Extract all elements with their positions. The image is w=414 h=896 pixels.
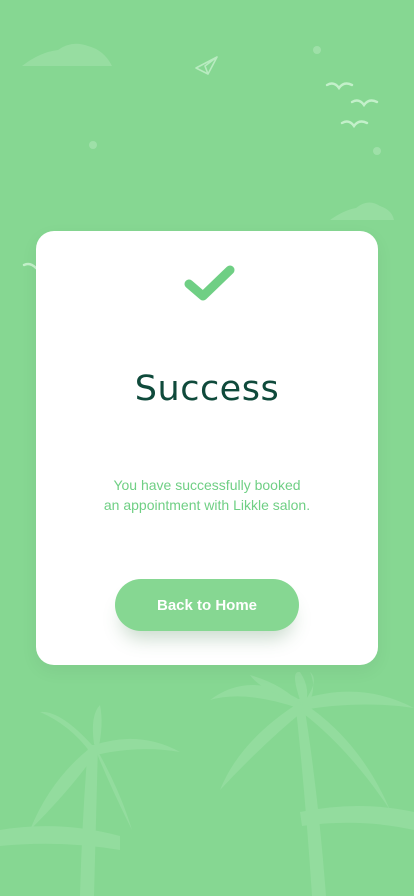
paper-plane-icon [195,56,218,75]
bird-icon [340,120,369,129]
dot-decoration [89,141,97,149]
checkmark-icon [184,265,235,301]
success-title: Success [134,369,280,409]
success-message-line: You have successfully booked [113,477,301,493]
cloud-icon [22,43,112,66]
bird-icon [325,82,354,91]
dot-decoration [373,147,381,155]
bird-icon [22,262,38,270]
success-screen: Success You have successfully booked an … [0,0,414,896]
cloud-icon [330,202,394,220]
success-message-line: an appointment with Likkle salon. [103,497,311,513]
palm-tree-icon [210,671,414,896]
success-card: Success You have successfully booked an … [36,231,378,665]
success-message: You have successfully booked an appointm… [76,475,338,515]
dot-decoration [313,46,321,54]
back-to-home-button[interactable]: Back to Home [115,579,299,631]
bird-icon [350,99,379,108]
palm-tree-icon [0,705,180,896]
